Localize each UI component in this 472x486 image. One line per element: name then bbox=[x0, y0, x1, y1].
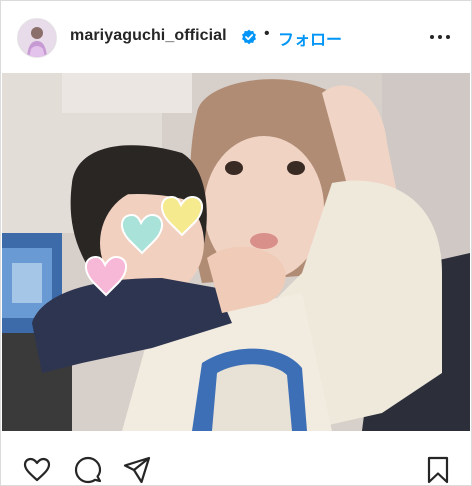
post-header: mariyaguchi_official • フォロー bbox=[1, 1, 471, 73]
username-link[interactable]: mariyaguchi_official bbox=[70, 27, 227, 45]
photo-illustration bbox=[2, 73, 470, 431]
post-actions-bar bbox=[1, 446, 471, 486]
verified-badge-icon bbox=[242, 29, 256, 45]
heart-icon[interactable] bbox=[23, 456, 51, 484]
share-icon[interactable] bbox=[123, 456, 151, 484]
post-photo[interactable] bbox=[2, 73, 470, 431]
bookmark-icon[interactable] bbox=[424, 456, 452, 484]
profile-avatar[interactable] bbox=[17, 18, 57, 58]
more-options-icon[interactable] bbox=[429, 28, 451, 46]
comment-icon[interactable] bbox=[74, 456, 102, 484]
follow-button[interactable]: フォロー bbox=[278, 26, 342, 50]
separator-dot: • bbox=[264, 25, 270, 42]
instagram-post-card: mariyaguchi_official • フォロー bbox=[0, 0, 472, 486]
avatar-image bbox=[18, 19, 56, 57]
